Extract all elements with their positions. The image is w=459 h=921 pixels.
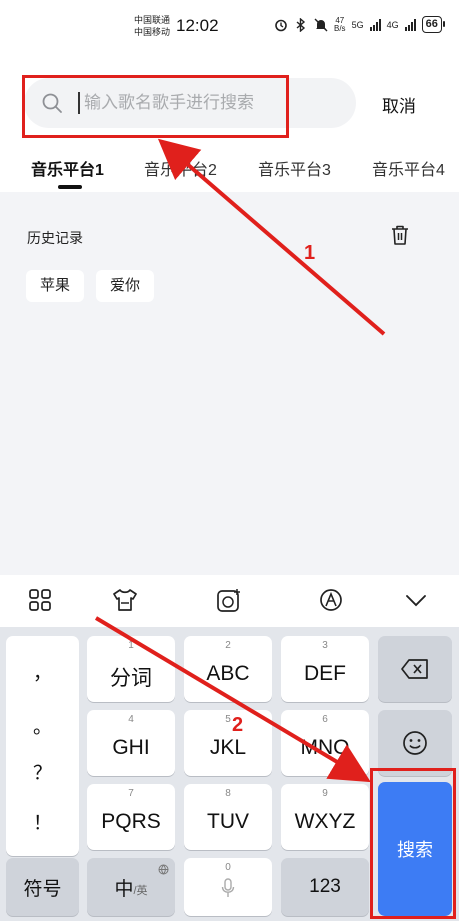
carrier-1: 中国联通 [134, 15, 171, 25]
punct-comma[interactable]: ， [6, 658, 79, 685]
key-7[interactable]: 7 PQRS [87, 784, 175, 850]
carrier-labels: 中国联通 中国移动 [134, 14, 170, 38]
status-time: 12:02 [176, 16, 219, 35]
tab-platform-1[interactable]: 音乐平台1 [31, 156, 104, 180]
history-panel [0, 192, 459, 575]
battery-indicator: 66 [421, 16, 446, 33]
emoji-sticker-icon[interactable] [216, 587, 242, 613]
annotation-number-2: 2 [232, 714, 244, 736]
punct-exclaim[interactable]: ！ [6, 808, 79, 835]
signal-bars-icon [404, 18, 416, 31]
tab-platform-2[interactable]: 音乐平台2 [144, 156, 217, 180]
key-4[interactable]: 4 GHI [87, 710, 175, 776]
tab-platform-4[interactable]: 音乐平台4 [372, 156, 445, 180]
microphone-icon [221, 878, 235, 903]
carrier-2: 中国移动 [134, 27, 171, 37]
history-chip[interactable]: 苹果 [26, 270, 85, 302]
grid-menu-icon[interactable] [27, 587, 53, 613]
punct-question[interactable]: ？ [6, 758, 79, 785]
chevron-down-icon[interactable] [403, 587, 429, 613]
smiley-icon [378, 710, 452, 776]
active-tab-indicator [58, 185, 82, 189]
key-3[interactable]: 3 DEF [281, 636, 369, 702]
skin-shirt-icon[interactable] [111, 587, 137, 613]
trash-icon[interactable] [390, 224, 410, 246]
tab-platform-3[interactable]: 音乐平台3 [258, 156, 331, 180]
annotation-number-1: 1 [304, 242, 316, 264]
key-1[interactable]: 1 分词 [87, 636, 175, 702]
globe-icon [158, 862, 169, 880]
annotation-highlight-search-key [370, 768, 456, 919]
symbols-key[interactable]: 符号 [6, 858, 79, 916]
backspace-key[interactable] [378, 636, 452, 702]
punctuation-column[interactable]: ， 。 ？ ！ [6, 636, 79, 856]
history-chip[interactable]: 爱你 [96, 270, 155, 302]
mute-icon [314, 18, 328, 32]
numbers-key[interactable]: 123 [281, 858, 369, 916]
net-speed: 47 B/s [334, 15, 346, 33]
space-key[interactable]: 0 [184, 858, 272, 916]
bluetooth-icon [294, 17, 308, 32]
status-icons: 47 B/s 5G 4G 66 [274, 15, 446, 33]
key-2[interactable]: 2 ABC [184, 636, 272, 702]
emoji-key[interactable] [378, 710, 452, 776]
signal-bars-icon [369, 18, 381, 31]
cancel-button[interactable]: 取消 [382, 92, 416, 117]
key-9[interactable]: 9 WXYZ [281, 784, 369, 850]
key-8[interactable]: 8 TUV [184, 784, 272, 850]
handwriting-icon[interactable] [318, 587, 344, 613]
key-6[interactable]: 6 MNO [281, 710, 369, 776]
key-5[interactable]: 5 JKL [184, 710, 272, 776]
annotation-highlight-search [22, 75, 289, 138]
language-switch-key[interactable]: 中/英 [87, 858, 175, 916]
history-title: 历史记录 [27, 230, 83, 246]
signal-4g-label: 4G [386, 19, 399, 30]
platform-tabs: 音乐平台1 音乐平台2 音乐平台3 音乐平台4 [0, 150, 459, 190]
alarm-icon [274, 18, 288, 32]
punct-period[interactable]: 。 [6, 712, 79, 739]
status-bar: 中国联通 中国移动 12:02 47 B/s 5G 4G 66 [0, 0, 459, 50]
signal-5g-label: 5G [351, 19, 364, 30]
backspace-icon [378, 636, 452, 702]
